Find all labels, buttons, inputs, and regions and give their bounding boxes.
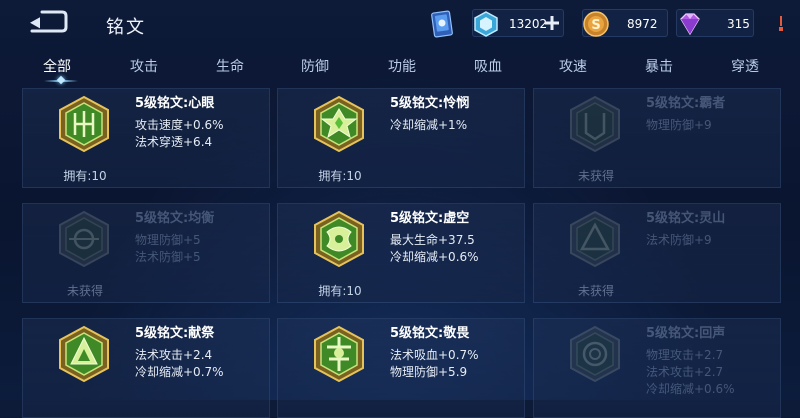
tab-attack[interactable]: 攻击 (104, 56, 184, 76)
inscription-card-mountain[interactable]: 未获得 5级铭文:灵山 法术防御+9 (533, 203, 781, 303)
signal-icon (779, 16, 783, 31)
balance-emblem-icon (59, 210, 109, 268)
void-emblem-icon (314, 210, 364, 268)
inscription-stat: 冷却缩减+1% (390, 118, 468, 132)
inscription-stat: 法术攻击+2.7 (646, 365, 724, 379)
add-crystal-plus-icon[interactable] (544, 15, 560, 31)
diamond-amount: 315 (727, 17, 750, 31)
page-title: 铭文 (106, 17, 146, 38)
ownership-status: 拥有:10 (63, 169, 107, 183)
inscription-stat: 物理防御+9 (646, 118, 712, 132)
inscription-grid: 拥有:10 5级铭文:心眼 攻击速度+0.6% 法术穿透+6.4 拥有:10 5… (0, 88, 800, 418)
echo-emblem-icon (570, 325, 620, 383)
inscription-stat: 冷却缩减+0.6% (646, 382, 735, 396)
inscription-stat: 物理防御+5 (135, 233, 201, 247)
tab-lifesteal[interactable]: 吸血 (448, 56, 528, 76)
inscription-stat: 法术防御+5 (135, 250, 201, 264)
tab-attack-speed[interactable]: 攻速 (533, 56, 613, 76)
inscription-info: 5级铭文:怜悯 冷却缩减+1% (390, 95, 520, 134)
tab-all[interactable]: 全部 (17, 56, 97, 76)
tab-penetration[interactable]: 穿透 (705, 56, 785, 76)
crystal-amount: 13202 (509, 17, 548, 31)
inscription-stat: 物理攻击+2.7 (646, 348, 724, 362)
inscription-stat: 冷却缩减+0.6% (390, 250, 479, 264)
crystal-currency: 13202 (472, 9, 564, 37)
inscription-card-awe[interactable]: 5级铭文:敬畏 法术吸血+0.7% 物理防御+5.9 (277, 318, 525, 418)
tab-critical[interactable]: 暴击 (619, 56, 699, 76)
top-bar: 铭文 13202 S 8972 315 (0, 0, 800, 50)
gold-currency: S 8972 (582, 9, 668, 37)
gold-coin-icon: S (583, 11, 609, 37)
mountain-emblem-icon (570, 210, 620, 268)
inscription-name: 5级铭文:虚空 (390, 211, 470, 226)
tab-health[interactable]: 生命 (190, 56, 270, 76)
inscription-name: 5级铭文:心眼 (135, 96, 215, 111)
inscription-info: 5级铭文:心眼 攻击速度+0.6% 法术穿透+6.4 (135, 95, 265, 151)
awe-emblem-icon (314, 325, 364, 383)
ownership-status: 未获得 (577, 284, 614, 298)
category-tabs: 全部 攻击 生命 防御 功能 吸血 攻速 暴击 穿透 (0, 52, 800, 82)
inscription-card-star[interactable]: 拥有:10 5级铭文:怜悯 冷却缩减+1% (277, 88, 525, 188)
ownership-status: 未获得 (66, 284, 103, 298)
inscription-info: 5级铭文:灵山 法术防御+9 (646, 210, 776, 249)
inscription-stat: 攻击速度+0.6% (135, 118, 224, 132)
inscription-info: 5级铭文:敬畏 法术吸血+0.7% 物理防御+5.9 (390, 325, 520, 381)
inscription-stat: 法术攻击+2.4 (135, 348, 213, 362)
svg-text:S: S (591, 18, 600, 33)
inscription-card-overlord[interactable]: 未获得 5级铭文:霸者 物理防御+9 (533, 88, 781, 188)
ownership-status: 未获得 (577, 169, 614, 183)
inscription-stat: 法术穿透+6.4 (135, 135, 213, 149)
inscription-card-icon[interactable] (428, 10, 456, 40)
tab-defense[interactable]: 防御 (275, 56, 355, 76)
sacrifice-emblem-icon (59, 325, 109, 383)
inscription-card-void[interactable]: 拥有:10 5级铭文:虚空 最大生命+37.5 冷却缩减+0.6% (277, 203, 525, 303)
inscription-card-sacrifice[interactable]: 5级铭文:献祭 法术攻击+2.4 冷却缩减+0.7% (22, 318, 270, 418)
inscription-name: 5级铭文:献祭 (135, 326, 215, 341)
ownership-status: 拥有:10 (318, 284, 362, 298)
inscription-card-echo[interactable]: 5级铭文:回声 物理攻击+2.7 法术攻击+2.7 冷却缩减+0.6% (533, 318, 781, 418)
diamond-currency: 315 (676, 9, 754, 37)
inscription-name: 5级铭文:回声 (646, 326, 726, 341)
inscription-name: 5级铭文:怜悯 (390, 96, 470, 111)
gold-amount: 8972 (627, 17, 658, 31)
inscription-info: 5级铭文:献祭 法术攻击+2.4 冷却缩减+0.7% (135, 325, 265, 381)
inscription-name: 5级铭文:灵山 (646, 211, 726, 226)
back-button[interactable] (26, 10, 68, 36)
inscription-info: 5级铭文:回声 物理攻击+2.7 法术攻击+2.7 冷却缩减+0.6% (646, 325, 776, 398)
inscription-stat: 物理防御+5.9 (390, 365, 468, 379)
inscription-name: 5级铭文:均衡 (135, 211, 215, 226)
crystal-icon (474, 11, 498, 37)
inscription-info: 5级铭文:均衡 物理防御+5 法术防御+5 (135, 210, 265, 266)
inscription-stat: 法术吸血+0.7% (390, 348, 479, 362)
inscription-card-balance[interactable]: 未获得 5级铭文:均衡 物理防御+5 法术防御+5 (22, 203, 270, 303)
tab-utility[interactable]: 功能 (362, 56, 442, 76)
inscription-info: 5级铭文:霸者 物理防御+9 (646, 95, 776, 134)
inscription-name: 5级铭文:霸者 (646, 96, 726, 111)
heart-eye-emblem-icon (59, 95, 109, 153)
inscription-name: 5级铭文:敬畏 (390, 326, 470, 341)
inscription-info: 5级铭文:虚空 最大生命+37.5 冷却缩减+0.6% (390, 210, 520, 266)
overlord-emblem-icon (570, 95, 620, 153)
ownership-status: 拥有:10 (318, 169, 362, 183)
diamond-icon (680, 13, 700, 36)
inscription-stat: 最大生命+37.5 (390, 233, 475, 247)
inscription-stat: 冷却缩减+0.7% (135, 365, 224, 379)
inscription-stat: 法术防御+9 (646, 233, 712, 247)
inscription-card-heart-eye[interactable]: 拥有:10 5级铭文:心眼 攻击速度+0.6% 法术穿透+6.4 (22, 88, 270, 188)
star-emblem-icon (314, 95, 364, 153)
